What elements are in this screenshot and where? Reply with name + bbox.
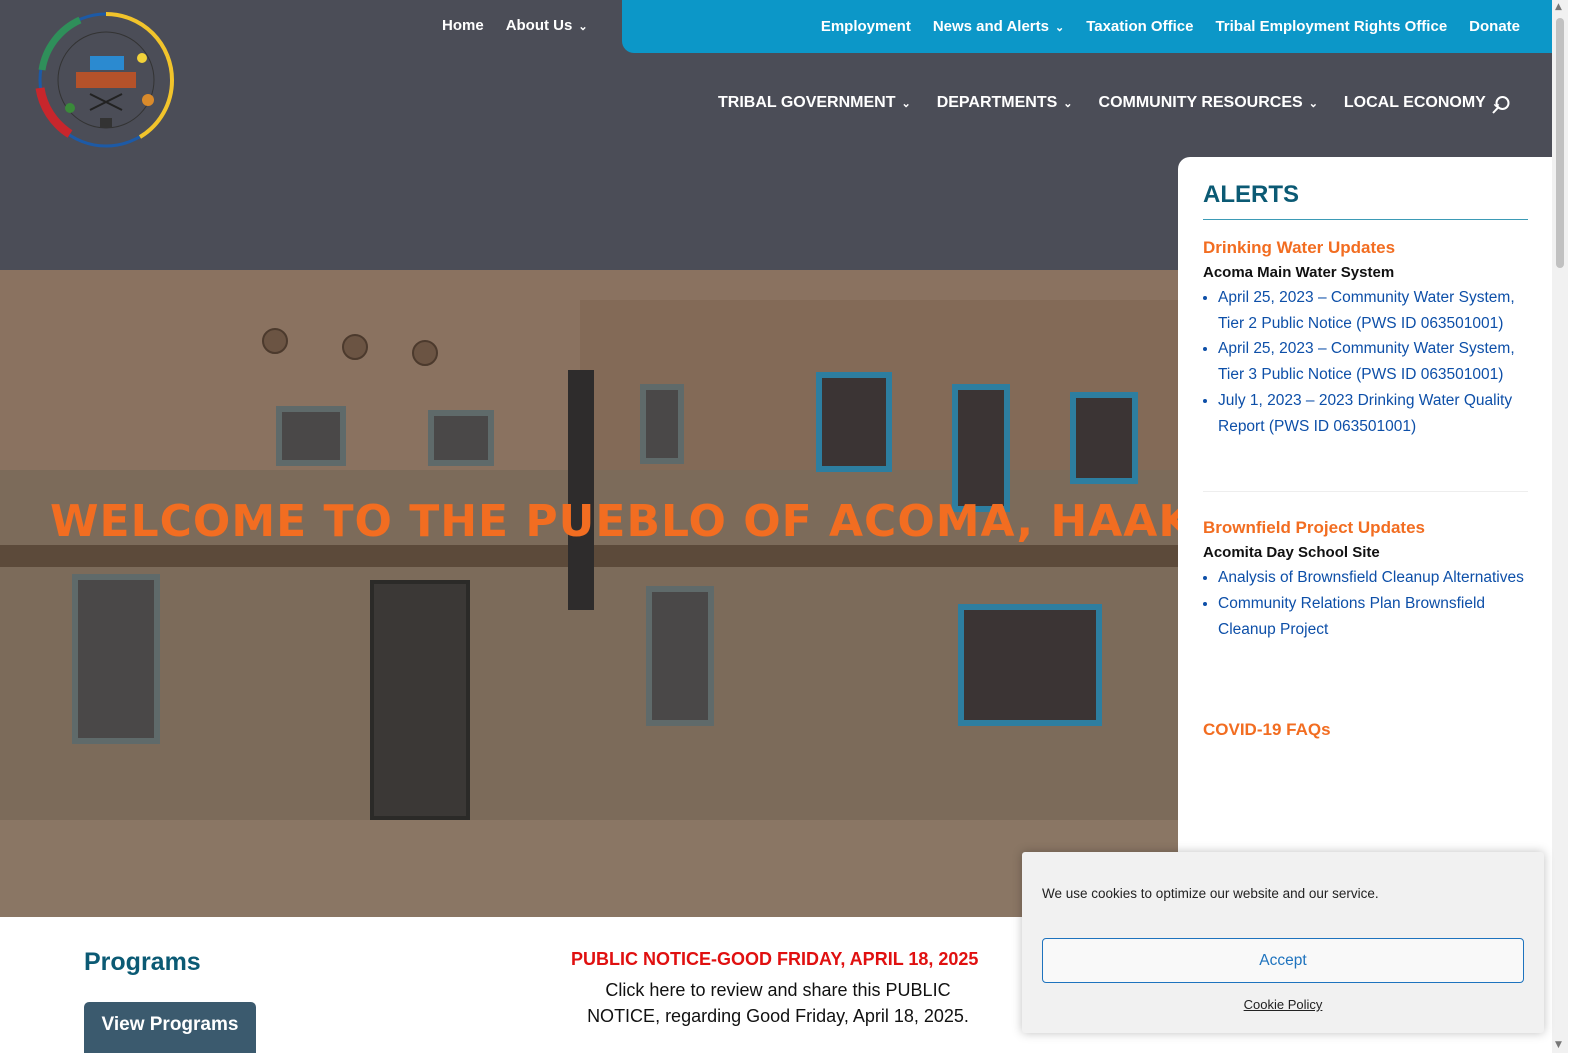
- nav-local-economy-label: LOCAL ECONOMY: [1343, 94, 1486, 111]
- cookie-banner: We use cookies to optimize our website a…: [1022, 852, 1544, 1033]
- page-scrollbar[interactable]: ▲ ▼: [1552, 0, 1568, 1053]
- hero-title: WELCOME TO THE PUEBLO OF ACOMA, HAAKU.: [50, 496, 1248, 547]
- chevron-down-icon: ⌄: [901, 98, 911, 110]
- pueblo-seal-icon: [35, 12, 175, 148]
- water-notice-link[interactable]: April 25, 2023 – Community Water System,…: [1218, 289, 1515, 332]
- list-item: April 25, 2023 – Community Water System,…: [1218, 336, 1528, 387]
- top-utility-nav: Employment News and Alerts ⌄ Taxation Off…: [622, 0, 1568, 53]
- nav-news-and-alerts[interactable]: News and Alerts ⌄: [933, 18, 1064, 35]
- site-logo[interactable]: [30, 10, 182, 150]
- hero-door: [370, 580, 470, 820]
- nav-tero[interactable]: Tribal Employment Rights Office: [1215, 18, 1447, 35]
- hero-chimney: [568, 370, 594, 610]
- chevron-down-icon: ⌄: [1308, 98, 1318, 110]
- hero-window: [816, 372, 892, 472]
- nav-home[interactable]: Home: [442, 17, 484, 34]
- nav-community-resources[interactable]: COMMUNITY RESOURCES ⌄: [1099, 94, 1318, 112]
- hero-window: [1070, 392, 1138, 484]
- hero-log-end: [412, 340, 438, 366]
- chevron-down-icon: ⌄: [578, 21, 588, 33]
- programs-heading: Programs: [84, 948, 201, 976]
- chevron-down-icon: ⌄: [1054, 22, 1065, 34]
- water-system-subtitle: Acoma Main Water System: [1203, 264, 1395, 281]
- divider: [1203, 491, 1528, 493]
- hero-window: [72, 574, 160, 744]
- hero-log-end: [342, 334, 368, 360]
- alerts-panel: ALERTS Drinking Water Updates Acoma Main…: [1178, 157, 1552, 917]
- cookie-policy-link[interactable]: Cookie Policy: [1022, 997, 1544, 1012]
- hero-window: [276, 406, 346, 466]
- scrollbar-thumb[interactable]: [1556, 18, 1564, 268]
- nav-donate[interactable]: Donate: [1469, 18, 1520, 35]
- scroll-down-arrow-icon[interactable]: ▼: [1555, 1040, 1562, 1050]
- public-notice-title[interactable]: PUBLIC NOTICE-GOOD FRIDAY, APRIL 18, 202…: [571, 949, 978, 970]
- brownfield-updates-title: Brownfield Project Updates: [1203, 518, 1425, 538]
- alerts-heading: ALERTS: [1203, 181, 1528, 220]
- nav-news-label: News and Alerts: [932, 18, 1049, 35]
- hero-ground: [0, 820, 1190, 917]
- hero-window: [640, 384, 684, 464]
- nav-tero-label: Tribal Employment Rights Office: [1215, 18, 1448, 35]
- nav-home-label: Home: [442, 17, 484, 34]
- list-item: July 1, 2023 – 2023 Drinking Water Quali…: [1218, 388, 1528, 439]
- chevron-down-icon: ⌄: [1063, 98, 1073, 110]
- cookie-message: We use cookies to optimize our website a…: [1042, 886, 1379, 901]
- nav-departments[interactable]: DEPARTMENTS ⌄: [937, 94, 1073, 112]
- list-item: Community Relations Plan Brownsfield Cle…: [1218, 591, 1528, 642]
- nav-local-economy[interactable]: LOCAL ECONOMY ⌄: [1344, 94, 1501, 112]
- hero-roof-beam: [0, 545, 1190, 567]
- nav-tribal-government-label: TRIBAL GOVERNMENT: [718, 94, 896, 111]
- brownfield-analysis-link[interactable]: Analysis of Brownsfield Cleanup Alternat…: [1218, 569, 1524, 586]
- list-item: April 25, 2023 – Community Water System,…: [1218, 285, 1528, 336]
- brownfield-site-subtitle: Acomita Day School Site: [1203, 544, 1380, 562]
- nav-community-resources-label: COMMUNITY RESOURCES: [1098, 94, 1303, 111]
- hero-window: [646, 586, 714, 726]
- nav-employment[interactable]: Employment: [821, 18, 911, 35]
- water-links-list: April 25, 2023 – Community Water System,…: [1203, 285, 1528, 439]
- cookie-accept-button[interactable]: Accept: [1042, 938, 1524, 983]
- view-programs-button[interactable]: View Programs: [84, 1002, 256, 1053]
- nav-about-us[interactable]: About Us ⌄: [506, 17, 588, 34]
- hero-window: [428, 410, 494, 466]
- water-updates-title: Drinking Water Updates: [1203, 238, 1396, 257]
- search-icon[interactable]: [1491, 95, 1511, 115]
- top-left-nav: Home About Us ⌄: [442, 17, 588, 34]
- nav-tribal-government[interactable]: TRIBAL GOVERNMENT ⌄: [718, 94, 911, 112]
- hero-window: [958, 604, 1102, 726]
- nav-departments-label: DEPARTMENTS: [936, 94, 1058, 111]
- hero-log-end: [262, 328, 288, 354]
- nav-about-label: About Us: [505, 17, 573, 34]
- hero-window: [952, 384, 1010, 512]
- nav-taxation-label: Taxation Office: [1086, 18, 1194, 35]
- main-nav: TRIBAL GOVERNMENT ⌄ DEPARTMENTS ⌄ COMMUNIT…: [718, 94, 1501, 112]
- brownfield-links-list: Analysis of Brownsfield Cleanup Alternat…: [1203, 565, 1528, 642]
- water-report-link[interactable]: July 1, 2023 – 2023 Drinking Water Quali…: [1218, 392, 1512, 435]
- list-item: Analysis of Brownsfield Cleanup Alternat…: [1218, 565, 1528, 591]
- scroll-up-arrow-icon[interactable]: ▲: [1555, 2, 1562, 12]
- brownfield-plan-link[interactable]: Community Relations Plan Brownsfield Cle…: [1218, 595, 1485, 638]
- nav-donate-label: Donate: [1469, 18, 1520, 35]
- water-notice-link[interactable]: April 25, 2023 – Community Water System,…: [1218, 340, 1515, 383]
- public-notice-body[interactable]: Click here to review and share this PUBL…: [578, 977, 978, 1029]
- covid-faqs-link[interactable]: COVID-19 FAQs: [1203, 720, 1528, 740]
- nav-employment-label: Employment: [820, 18, 911, 35]
- nav-taxation-office[interactable]: Taxation Office: [1086, 18, 1193, 35]
